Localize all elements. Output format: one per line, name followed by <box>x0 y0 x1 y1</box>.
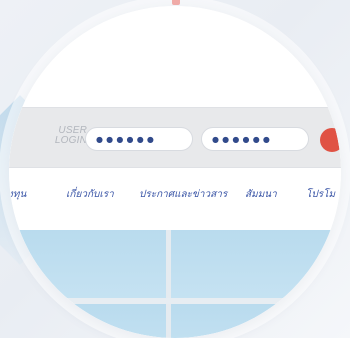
main-navigation: งทุน เกี่ยวกับเรา ประกาศและข่าวสาร สัมมน… <box>9 187 341 211</box>
nav-item-announcements-news[interactable]: ประกาศและข่าวสาร <box>139 187 227 202</box>
content-panel-top-right[interactable] <box>171 230 341 298</box>
nav-item-promotion[interactable]: โปรโม <box>306 187 335 202</box>
grid-divider-vertical <box>166 230 171 338</box>
magnifier-lens: USER LOGIN ●●●●●● ●●●●●● งทุน เกี่ยวกับเ… <box>9 6 341 338</box>
nav-item-seminar[interactable]: สัมมนา <box>245 187 277 202</box>
lens-content: USER LOGIN ●●●●●● ●●●●●● งทุน เกี่ยวกับเ… <box>9 6 341 338</box>
login-submit-button[interactable] <box>320 128 341 152</box>
screen-stage: USER LOGIN ●●●●●● ●●●●●● งทุน เกี่ยวกับเ… <box>0 0 350 338</box>
password-field[interactable]: ●●●●●● <box>201 127 309 151</box>
user-login-label: USER LOGIN <box>54 125 87 146</box>
top-accent-marker <box>172 0 180 5</box>
username-field[interactable]: ●●●●●● <box>85 127 193 151</box>
content-panel-bottom-right[interactable] <box>171 304 341 338</box>
content-panel-top-left[interactable] <box>9 230 166 298</box>
content-panel-bottom-left[interactable] <box>9 304 166 338</box>
nav-item-investment[interactable]: งทุน <box>9 187 26 202</box>
content-grid <box>9 230 341 338</box>
grid-divider-horizontal <box>9 298 341 304</box>
nav-item-about-us[interactable]: เกี่ยวกับเรา <box>66 187 114 202</box>
login-bar: USER LOGIN ●●●●●● ●●●●●● <box>9 107 341 168</box>
